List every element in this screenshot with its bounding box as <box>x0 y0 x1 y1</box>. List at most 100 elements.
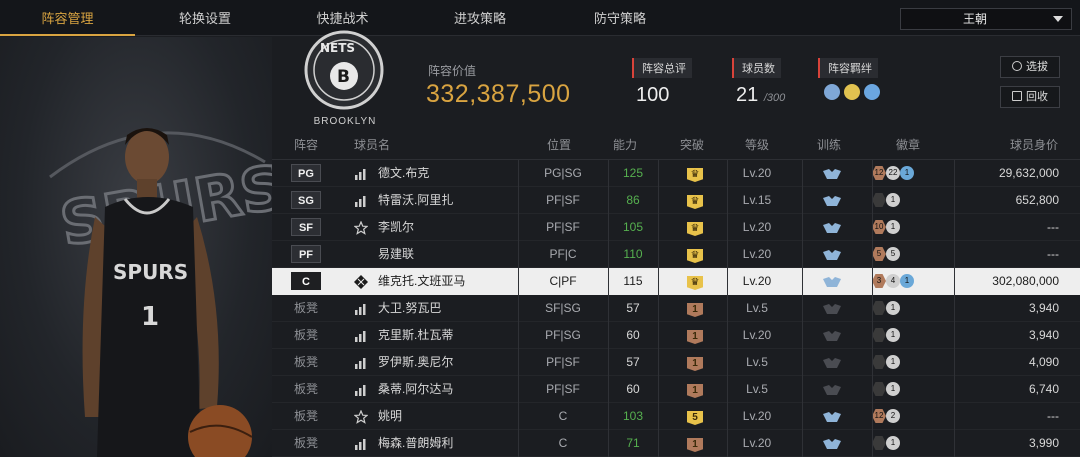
player-value: 29,632,000 <box>998 166 1059 180</box>
badge-group: 1 <box>872 376 952 403</box>
player-position: PF|SF <box>546 220 580 234</box>
star-outline-icon <box>354 221 368 235</box>
col-name: 球员名 <box>354 138 391 152</box>
player-level: Lv.20 <box>742 274 772 288</box>
slot-badge: PF <box>291 245 321 263</box>
signal-bars-icon <box>355 169 366 180</box>
svg-text:NETS: NETS <box>320 41 355 55</box>
team-select[interactable]: 王朝 <box>900 8 1072 30</box>
table-row[interactable]: 板凳 桑蒂.阿尔达马 PF|SF 60 1 Lv.5 1 6,740 <box>272 376 1080 403</box>
tab-rotation[interactable]: 轮换设置 <box>135 0 275 36</box>
chevron-down-icon <box>1053 16 1063 22</box>
table-row[interactable]: 板凳 大卫.努瓦巴 SF|SG 57 1 Lv.5 1 3,940 <box>272 295 1080 322</box>
player-name: 桑蒂.阿尔达马 <box>378 382 454 396</box>
player-name: 李凯尔 <box>378 220 415 234</box>
star-outline-icon <box>354 410 368 424</box>
player-ability: 103 <box>622 409 644 423</box>
player-name: 德文.布克 <box>378 166 430 180</box>
slot-badge: SG <box>291 191 321 209</box>
table-row[interactable]: 板凳 罗伊斯.奥尼尔 PF|SF 57 1 Lv.5 1 4,090 <box>272 349 1080 376</box>
diamond-grid-icon <box>354 275 368 289</box>
player-name: 克里斯.杜瓦蒂 <box>378 328 454 342</box>
player-value: 3,940 <box>1028 301 1059 315</box>
player-ability: 57 <box>626 355 640 369</box>
badge-icon: 1 <box>900 166 914 180</box>
breakthrough-icon: ♛ <box>687 249 703 263</box>
nets-logo: NETS B <box>304 30 384 110</box>
signal-bars-icon <box>355 304 366 315</box>
badge-icon: 1 <box>886 301 900 315</box>
training-emblem-icon <box>823 331 841 341</box>
badge-icon: 1 <box>886 355 900 369</box>
table-row[interactable]: 板凳 梅森.普朗姆利 C 71 1 Lv.20 1 3,990 <box>272 430 1080 457</box>
player-position: SF|SG <box>545 301 581 315</box>
rating-label: 阵容总评 <box>632 58 692 78</box>
player-figure: SPURS 1 <box>82 128 253 457</box>
player-value: --- <box>1047 220 1059 234</box>
badge-group: 1 <box>872 349 952 376</box>
breakthrough-icon: 1 <box>687 303 703 317</box>
signal-bars-icon <box>355 358 366 369</box>
tab-offense[interactable]: 进攻策略 <box>410 0 550 36</box>
badge-icon: 3 <box>872 274 886 288</box>
column-divider <box>608 160 609 457</box>
col-ability: 能力 <box>613 138 638 152</box>
tab-defense[interactable]: 防守策略 <box>550 0 690 36</box>
badge-icon: 5 <box>886 247 900 261</box>
bench-label: 板凳 <box>293 409 318 423</box>
bond-label: 阵容羁绊 <box>818 58 878 78</box>
col-position: 位置 <box>547 138 572 152</box>
training-emblem-icon <box>823 250 841 260</box>
badge-group: 1 <box>872 430 952 457</box>
player-name: 姚明 <box>378 409 403 423</box>
pick-button[interactable]: 选拔 <box>1000 56 1060 78</box>
tab-lineup[interactable]: 阵容管理 <box>0 0 135 36</box>
badge-icon: 22 <box>886 166 900 180</box>
training-emblem-icon <box>823 196 841 206</box>
player-level: Lv.20 <box>742 247 772 261</box>
table-row[interactable]: PG 德文.布克 PG|SG 125 ♛ Lv.20 12 22 1 29,632,… <box>272 160 1080 187</box>
column-divider <box>802 160 803 457</box>
breakthrough-icon: 1 <box>687 438 703 452</box>
table-row[interactable]: SG 特雷沃.阿里扎 PF|SF 86 ♛ Lv.15 1 652,800 <box>272 187 1080 214</box>
roster-table: 阵容 球员名 位置 能力 突破 等级 训练 徽章 球员身价 PG 德文.布克 P… <box>272 130 1080 457</box>
signal-bars-icon <box>355 439 366 450</box>
table-row[interactable]: 板凳 姚明 C 103 5 Lv.20 12 2 --- <box>272 403 1080 430</box>
training-emblem-icon <box>823 385 841 395</box>
bond-people-icon[interactable] <box>864 84 880 100</box>
player-position: PF|SF <box>546 382 580 396</box>
player-position: C <box>558 409 568 423</box>
player-position: PF|SF <box>546 355 580 369</box>
table-row[interactable]: PF 易建联 PF|C 110 ♛ Lv.20 55 --- <box>272 241 1080 268</box>
training-emblem-icon <box>823 439 841 449</box>
table-row[interactable]: 板凳 克里斯.杜瓦蒂 PF|SG 60 1 Lv.20 1 3,940 <box>272 322 1080 349</box>
training-emblem-icon <box>823 169 841 179</box>
player-ability: 125 <box>622 166 644 180</box>
table-row[interactable]: SF 李凯尔 PF|SF 105 ♛ Lv.20 10 1 --- <box>272 214 1080 241</box>
player-level: Lv.5 <box>746 355 768 369</box>
column-divider <box>954 160 955 457</box>
player-ability: 86 <box>626 193 640 207</box>
player-name: 易建联 <box>378 247 415 261</box>
bond-people-icon[interactable] <box>844 84 860 100</box>
slot-badge: C <box>291 272 321 290</box>
player-level: Lv.20 <box>742 328 772 342</box>
player-level: Lv.15 <box>742 193 772 207</box>
bond-people-icon[interactable] <box>824 84 840 100</box>
col-training: 训练 <box>817 138 842 152</box>
bench-label: 板凳 <box>293 301 318 315</box>
breakthrough-icon: ♛ <box>687 222 703 236</box>
player-name: 特雷沃.阿里扎 <box>378 193 454 207</box>
player-value: 652,800 <box>1015 193 1059 207</box>
column-divider <box>727 160 728 457</box>
rating-stat: 阵容总评 100 <box>632 58 692 107</box>
player-level: Lv.20 <box>742 409 772 423</box>
player-ability: 71 <box>626 436 640 450</box>
player-position: C <box>558 436 568 450</box>
badge-icon: 2 <box>886 409 900 423</box>
table-row[interactable]: C 维克托.文班亚马 C|PF 115 ♛ Lv.20 341 302,080,… <box>272 268 1080 295</box>
col-breakthrough: 突破 <box>680 138 705 152</box>
bench-label: 板凳 <box>293 355 318 369</box>
recall-button[interactable]: 回收 <box>1000 86 1060 108</box>
badge-icon <box>872 355 886 369</box>
